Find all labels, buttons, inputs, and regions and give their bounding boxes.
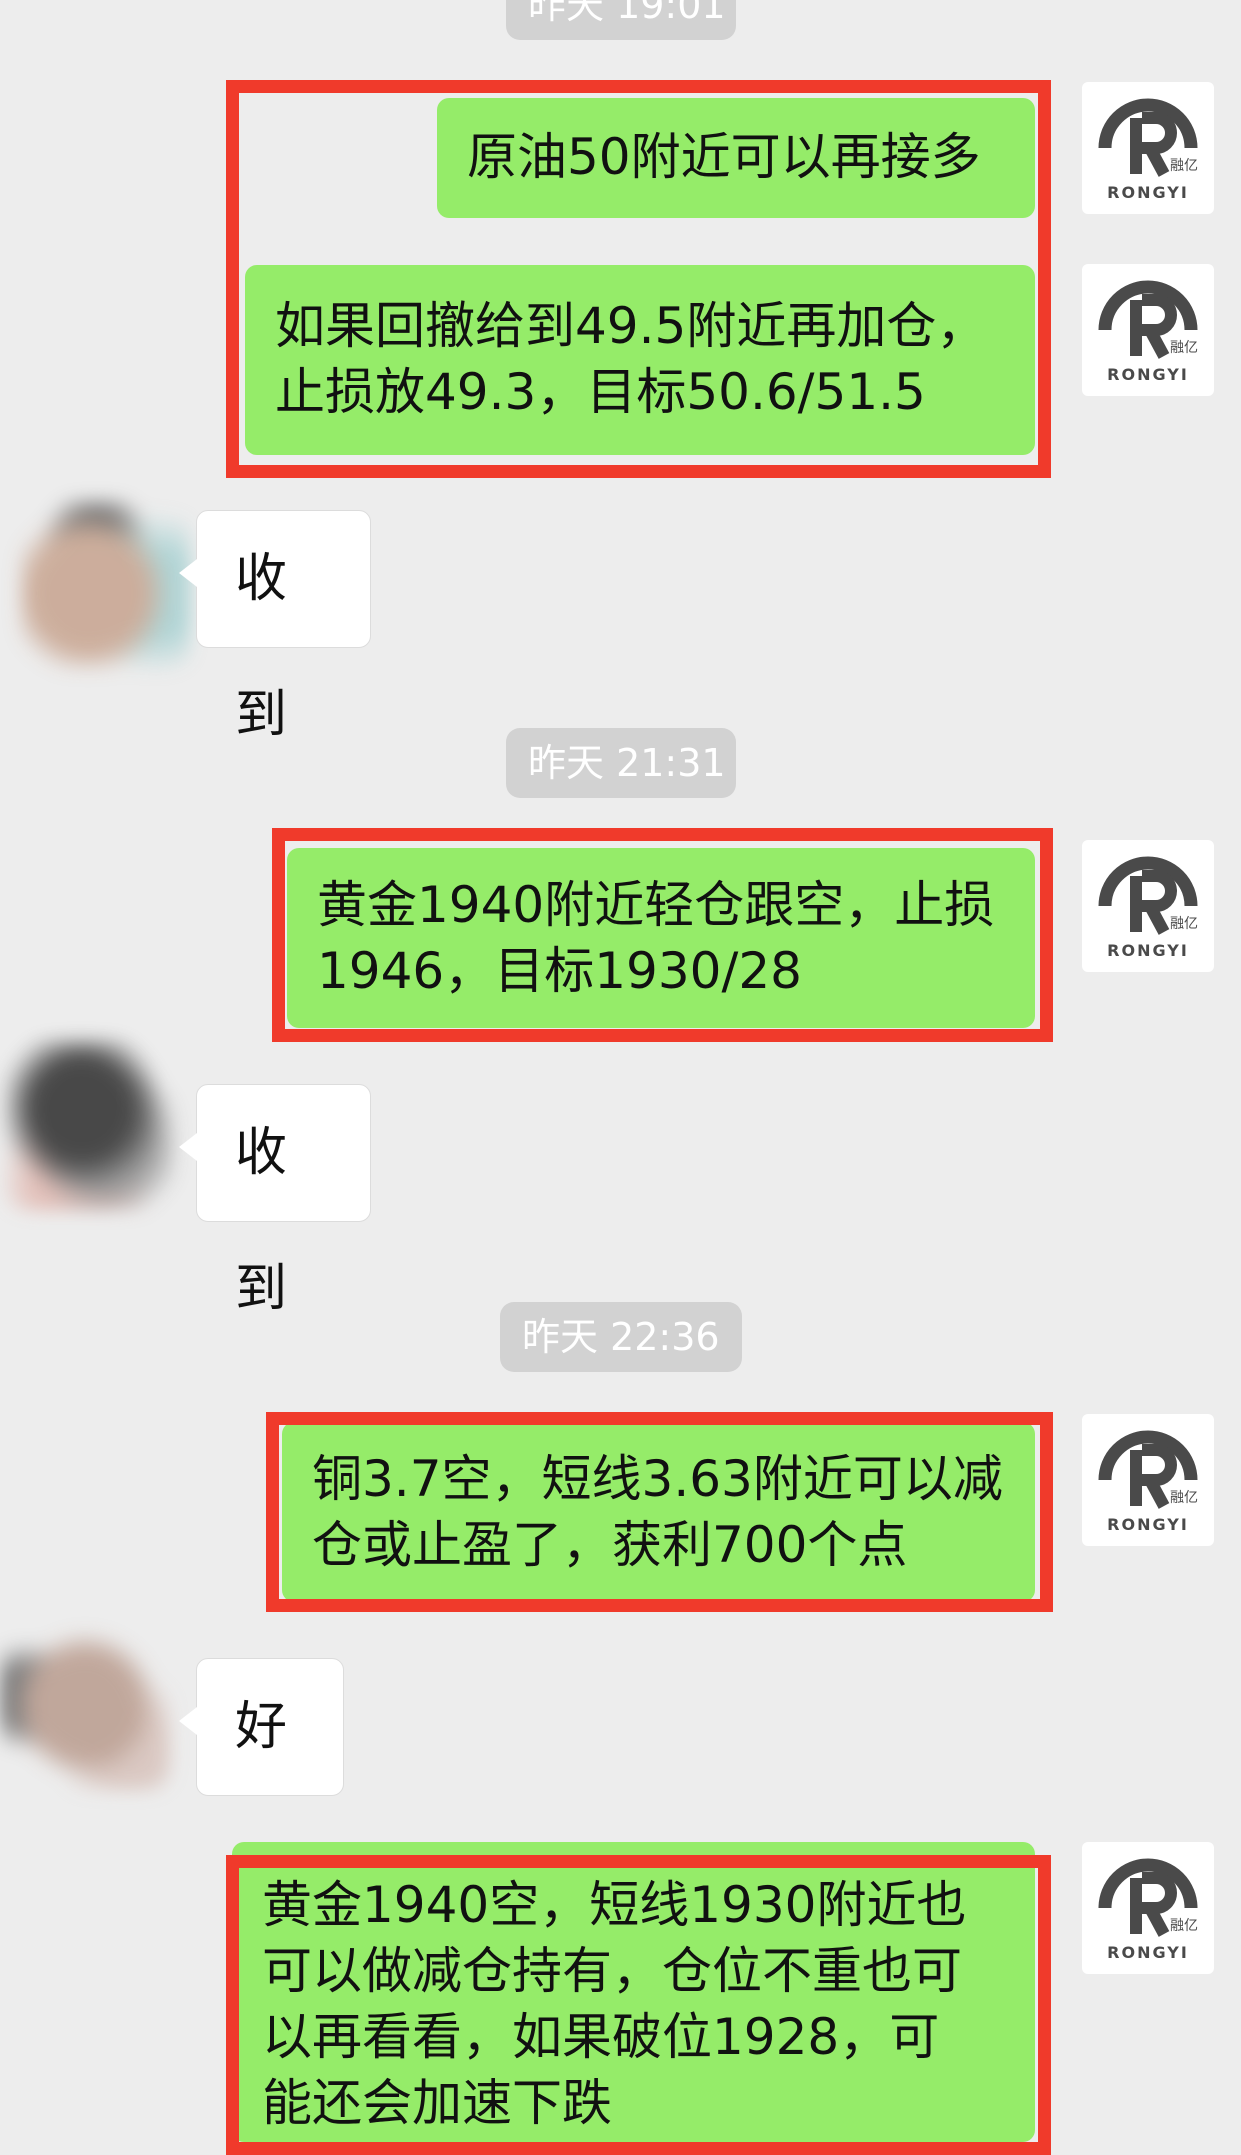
contact-avatar[interactable] bbox=[20, 500, 190, 670]
annotation-highlight-box bbox=[272, 828, 1053, 1042]
timestamp-2: 昨天 21:31 bbox=[506, 728, 736, 798]
sender-avatar[interactable]: 融亿 RONGYI bbox=[1082, 1842, 1214, 1974]
annotation-highlight-box bbox=[226, 1855, 1051, 2155]
rongyi-logo-icon: 融亿 RONGYI bbox=[1098, 1858, 1198, 1962]
timestamp-3: 昨天 22:36 bbox=[500, 1302, 742, 1372]
message-text: 好 bbox=[235, 1697, 288, 1757]
annotation-highlight-box bbox=[226, 80, 1051, 478]
svg-text:融亿: 融亿 bbox=[1170, 1918, 1198, 1934]
svg-text:融亿: 融亿 bbox=[1170, 158, 1198, 174]
sender-avatar[interactable]: 融亿 RONGYI bbox=[1082, 1414, 1214, 1546]
rongyi-logo-icon: 融亿 RONGYI bbox=[1098, 98, 1198, 202]
rongyi-logo-icon: 融亿 RONGYI bbox=[1098, 280, 1198, 384]
message-bubble-incoming[interactable]: 好 bbox=[179, 1658, 344, 1796]
message-bubble-incoming[interactable]: 收到 bbox=[179, 1084, 371, 1319]
sender-avatar[interactable]: 融亿 RONGYI bbox=[1082, 264, 1214, 396]
sender-avatar[interactable]: 融亿 RONGYI bbox=[1082, 82, 1214, 214]
contact-avatar[interactable] bbox=[5, 1040, 175, 1210]
rongyi-logo-icon: 融亿 RONGYI bbox=[1098, 1430, 1198, 1534]
sender-avatar[interactable]: 融亿 RONGYI bbox=[1082, 840, 1214, 972]
svg-text:RONGYI: RONGYI bbox=[1107, 365, 1189, 384]
rongyi-logo-icon: 融亿 RONGYI bbox=[1098, 856, 1198, 960]
svg-text:RONGYI: RONGYI bbox=[1107, 1515, 1189, 1534]
timestamp-1: 昨天 19:01 bbox=[506, 0, 736, 40]
svg-text:RONGYI: RONGYI bbox=[1107, 1943, 1189, 1962]
message-text: 收到 bbox=[235, 1123, 288, 1319]
svg-text:RONGYI: RONGYI bbox=[1107, 183, 1189, 202]
message-text: 收到 bbox=[235, 549, 288, 745]
svg-text:融亿: 融亿 bbox=[1170, 1490, 1198, 1506]
svg-text:融亿: 融亿 bbox=[1170, 916, 1198, 932]
annotation-highlight-box bbox=[266, 1412, 1053, 1612]
svg-text:融亿: 融亿 bbox=[1170, 340, 1198, 356]
message-bubble-incoming[interactable]: 收到 bbox=[179, 510, 371, 745]
svg-text:RONGYI: RONGYI bbox=[1107, 941, 1189, 960]
contact-avatar[interactable] bbox=[0, 1620, 170, 1790]
